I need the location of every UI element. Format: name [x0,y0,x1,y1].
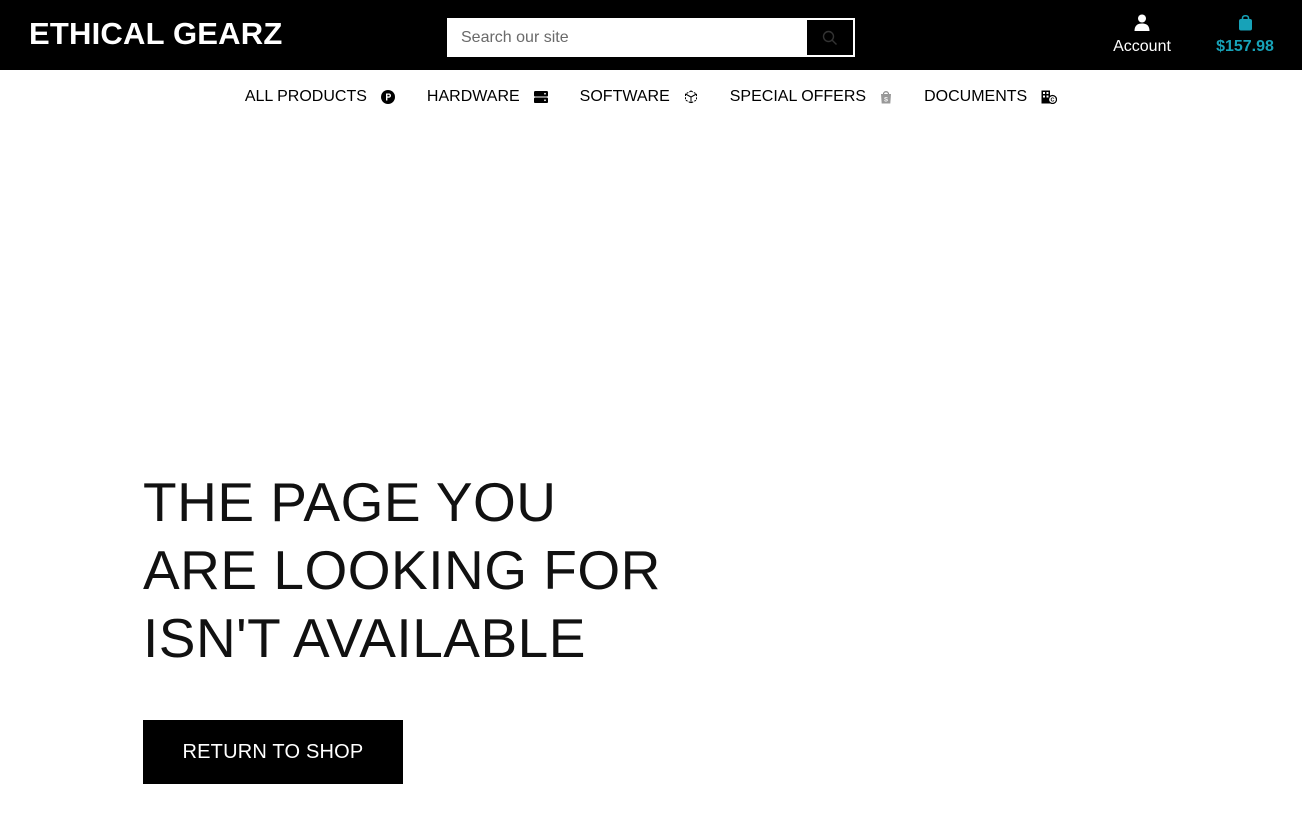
user-icon [1106,14,1178,34]
search-icon [822,30,837,45]
nav-hardware[interactable]: HARDWARE [427,88,548,106]
shopify-bag-icon: S [880,90,892,104]
server-icon [533,90,548,104]
search-form [447,18,855,57]
nav-software[interactable]: SOFTWARE [580,88,698,106]
headline-line-1: THE PAGE YOU [143,471,557,533]
nav-special-offers[interactable]: SPECIAL OFFERS S [730,88,892,106]
return-to-shop-button[interactable]: RETURN TO SHOP [143,720,403,784]
nav-item-label: HARDWARE [426,88,520,105]
cart-link[interactable]: $157.98 [1208,14,1282,56]
search-input[interactable] [448,19,806,56]
cart-total: $157.98 [1216,38,1274,55]
nav-documents[interactable]: DOCUMENTS C [924,88,1058,106]
cube-icon [684,90,698,104]
search-button[interactable] [806,19,854,56]
account-label: Account [1113,38,1171,55]
nav-item-label: ALL PRODUCTS [244,88,367,105]
nav-item-label: DOCUMENTS [924,88,1028,105]
shopping-bag-icon [1208,14,1282,34]
nav-all-products[interactable]: ALL PRODUCTS [245,88,395,106]
building-copyright-icon: C [1041,90,1058,104]
site-logo[interactable]: ETHICAL GEARZ [29,16,282,52]
headline-line-2: ARE LOOKING FOR [143,539,661,601]
error-headline: THE PAGE YOU ARE LOOKING FOR ISN'T AVAIL… [143,468,661,672]
nav-item-label: SOFTWARE [579,88,670,105]
headline-line-3: ISN'T AVAILABLE [143,607,586,669]
product-hunt-icon [380,90,395,104]
main-nav: ALL PRODUCTS HARDWARE SOFTWARE SPECIAL O… [0,70,1302,124]
top-header: ETHICAL GEARZ Account $157.98 [0,0,1302,70]
svg-text:S: S [884,98,888,104]
svg-text:C: C [1051,98,1055,104]
account-link[interactable]: Account [1106,14,1178,56]
nav-item-label: SPECIAL OFFERS [729,88,867,105]
